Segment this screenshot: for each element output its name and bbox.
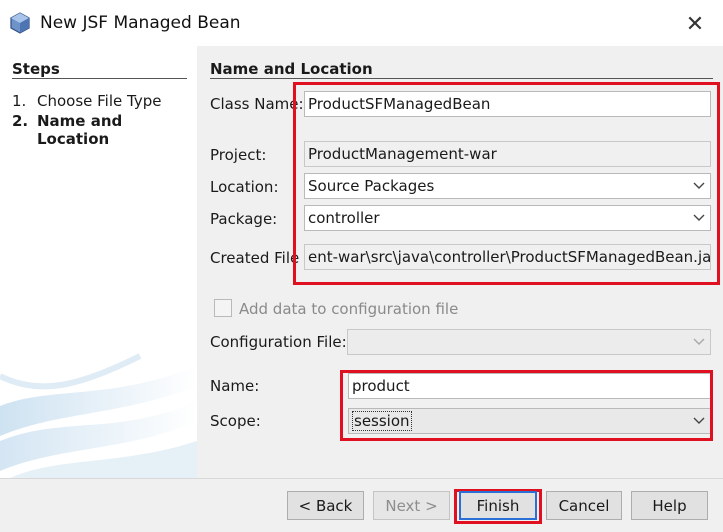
class-name-value: ProductSFManagedBean — [308, 95, 491, 113]
step-label: Choose File Type — [37, 92, 162, 110]
steps-divider — [12, 78, 187, 79]
step-number: 1. — [12, 92, 27, 110]
next-button[interactable]: Next > — [373, 491, 450, 520]
created-file-label: Created File — [210, 249, 300, 267]
back-button[interactable]: < Back — [287, 491, 364, 520]
footer-divider — [0, 478, 723, 479]
class-name-input[interactable]: ProductSFManagedBean — [304, 91, 711, 117]
chevron-down-icon — [692, 414, 706, 428]
cancel-button[interactable]: Cancel — [546, 491, 622, 520]
location-label: Location: — [210, 178, 279, 196]
step-label: Name and Location — [37, 112, 123, 148]
steps-heading: Steps — [12, 60, 60, 78]
config-file-label: Configuration File: — [210, 333, 347, 351]
chevron-down-icon — [692, 211, 706, 225]
add-config-checkbox[interactable] — [214, 299, 232, 317]
chevron-down-icon — [692, 335, 706, 349]
title-bar: New JSF Managed Bean ✕ — [0, 0, 723, 46]
created-file-value: ent-war\src\java\controller\ProductSFMan… — [308, 248, 711, 266]
package-value: controller — [308, 209, 380, 227]
step-name-and-location: 2. Name and Location — [12, 112, 132, 148]
help-button[interactable]: Help — [631, 491, 708, 520]
step-choose-file-type: 1. Choose File Type — [12, 92, 187, 110]
name-value: product — [352, 377, 410, 395]
package-combo[interactable]: controller — [304, 205, 711, 231]
location-combo[interactable]: Source Packages — [304, 173, 711, 199]
scope-combo[interactable]: session — [348, 408, 711, 434]
project-value: ProductManagement-war — [308, 145, 497, 163]
close-icon: ✕ — [685, 11, 705, 37]
created-file-field: ent-war\src\java\controller\ProductSFMan… — [304, 244, 711, 270]
project-field: ProductManagement-war — [304, 141, 711, 167]
close-button[interactable]: ✕ — [670, 6, 720, 42]
config-file-combo[interactable] — [347, 329, 711, 355]
section-heading: Name and Location — [210, 60, 373, 78]
scope-label: Scope: — [210, 412, 261, 430]
steps-panel: Steps 1. Choose File Type 2. Name and Loca… — [0, 46, 197, 478]
finish-button[interactable]: Finish — [459, 491, 537, 520]
name-input[interactable]: product — [348, 373, 711, 399]
step-number: 2. — [12, 112, 29, 130]
form-panel: Name and Location Class Name: ProductSFM… — [197, 46, 723, 478]
package-label: Package: — [210, 210, 278, 228]
netbeans-cube-icon — [10, 12, 30, 34]
decorative-swoosh-graphic — [0, 353, 197, 478]
location-value: Source Packages — [308, 177, 435, 195]
project-label: Project: — [210, 146, 267, 164]
window-title: New JSF Managed Bean — [40, 13, 241, 33]
add-config-label: Add data to configuration file — [239, 300, 459, 318]
chevron-down-icon — [692, 179, 706, 193]
name-label: Name: — [210, 377, 260, 395]
section-divider — [210, 78, 713, 79]
class-name-label: Class Name: — [210, 95, 304, 113]
scope-value: session — [352, 411, 412, 431]
